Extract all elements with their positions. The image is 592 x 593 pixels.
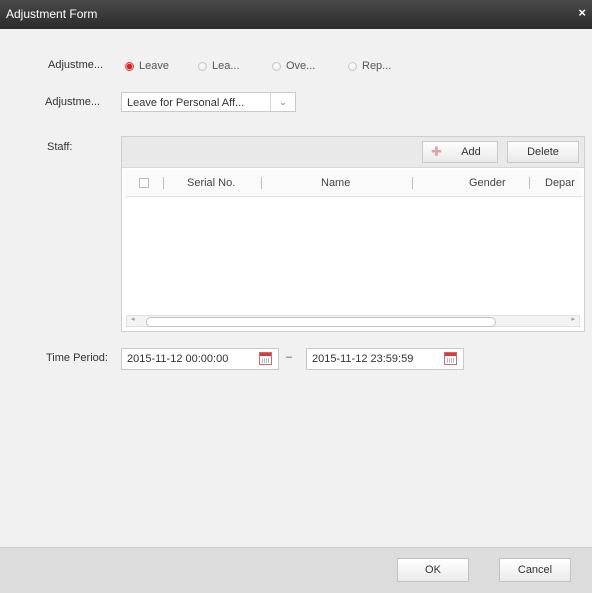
add-staff-button[interactable]: ✚ Add xyxy=(422,141,498,163)
select-value: Leave for Personal Aff... xyxy=(127,97,245,109)
staff-toolbar: ✚ Add Delete xyxy=(122,137,584,168)
adjustment-type-label: Adjustme... xyxy=(48,59,104,71)
scroll-right-icon[interactable]: ▸ xyxy=(571,315,575,323)
radio-label: Ove... xyxy=(286,60,316,72)
adjustment-reason-select[interactable]: Leave for Personal Aff... ⌄ xyxy=(121,92,296,112)
column-department[interactable]: Depar xyxy=(545,177,575,189)
title-bar: Adjustment Form × xyxy=(0,0,592,29)
radio-option-3[interactable]: Ove... xyxy=(272,60,315,72)
radio-unselected-icon xyxy=(198,61,207,71)
plus-icon: ✚ xyxy=(431,144,442,159)
add-label: Add xyxy=(461,146,481,158)
calendar-icon[interactable] xyxy=(259,352,272,365)
calendar-icon[interactable] xyxy=(444,352,457,365)
radio-option-2[interactable]: Lea... xyxy=(198,60,240,72)
column-serial-no[interactable]: Serial No. xyxy=(187,177,235,189)
horizontal-scrollbar[interactable]: ◂ ▸ xyxy=(126,315,580,327)
scroll-thumb[interactable] xyxy=(146,317,496,327)
range-separator: – xyxy=(286,351,293,363)
column-divider xyxy=(529,177,530,189)
end-time-value: 2015-11-12 23:59:59 xyxy=(312,353,414,365)
time-period-label: Time Period: xyxy=(46,352,108,364)
start-time-value: 2015-11-12 00:00:00 xyxy=(127,353,229,365)
end-time-input[interactable]: 2015-11-12 23:59:59 xyxy=(306,348,464,370)
column-divider xyxy=(412,177,413,189)
column-divider xyxy=(261,177,262,189)
radio-label: Rep... xyxy=(362,60,392,72)
radio-selected-icon xyxy=(125,61,134,71)
radio-unselected-icon xyxy=(348,61,357,71)
radio-label: Lea... xyxy=(212,60,240,72)
column-gender[interactable]: Gender xyxy=(469,177,506,189)
radio-leave[interactable]: Leave xyxy=(125,60,169,72)
radio-unselected-icon xyxy=(272,61,281,71)
delete-staff-button[interactable]: Delete xyxy=(507,141,579,163)
staff-panel: ✚ Add Delete Serial No. Name Gender Depa… xyxy=(121,136,585,332)
dialog-footer: OK Cancel xyxy=(0,547,592,593)
select-all-checkbox[interactable] xyxy=(139,178,149,188)
scroll-left-icon[interactable]: ◂ xyxy=(131,315,135,323)
cancel-button[interactable]: Cancel xyxy=(499,558,571,582)
chevron-down-icon[interactable]: ⌄ xyxy=(270,93,295,111)
staff-table-header: Serial No. Name Gender Depar xyxy=(125,170,581,197)
dialog-title: Adjustment Form xyxy=(6,7,98,21)
adjustment-form-dialog: Adjustment Form × Adjustme... Leave Lea.… xyxy=(0,0,592,593)
column-divider xyxy=(163,177,164,189)
ok-button[interactable]: OK xyxy=(397,558,469,582)
start-time-input[interactable]: 2015-11-12 00:00:00 xyxy=(121,348,279,370)
staff-label: Staff: xyxy=(47,141,73,153)
close-icon[interactable]: × xyxy=(578,5,586,20)
column-name[interactable]: Name xyxy=(321,177,350,189)
adjustment-reason-label: Adjustme... xyxy=(45,96,101,108)
radio-option-4[interactable]: Rep... xyxy=(348,60,391,72)
radio-label: Leave xyxy=(139,60,169,72)
